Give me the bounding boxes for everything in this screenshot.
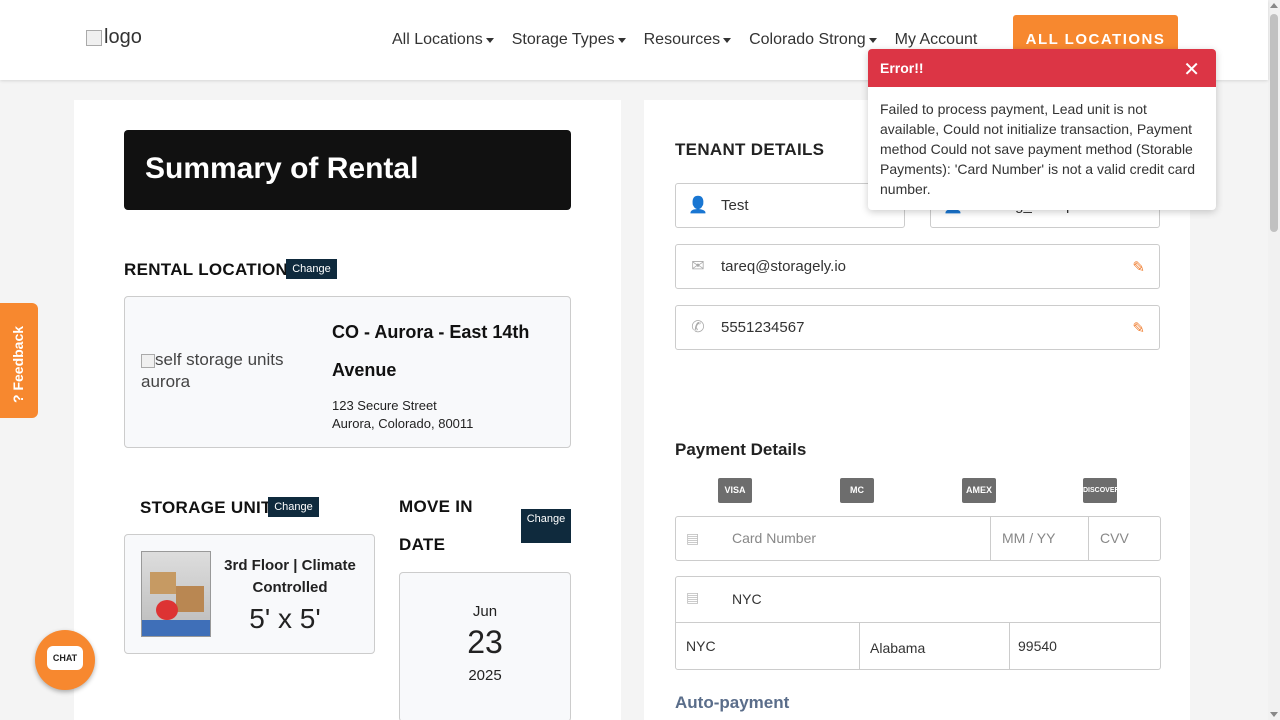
location-address: 123 Secure Street Aurora, Colorado, 8001… bbox=[332, 397, 473, 433]
user-icon: 👤 bbox=[688, 197, 708, 214]
broken-image-icon bbox=[86, 29, 102, 46]
rental-location-label: RENTAL LOCATION bbox=[124, 260, 289, 279]
error-toast: Error!! ✕ Failed to process payment, Lea… bbox=[868, 49, 1216, 210]
credit-card-icon: ▤ bbox=[686, 530, 700, 546]
unit-size: 5' x 5' bbox=[249, 603, 321, 634]
location-name: CO - Aurora - East 14th Avenue bbox=[332, 322, 530, 380]
visa-icon: VISA bbox=[718, 478, 752, 503]
nav-label: All Locations bbox=[392, 31, 483, 48]
email-field[interactable]: ✉ tareq@storagely.io ✎ bbox=[675, 244, 1160, 289]
move-in-date-card[interactable]: Jun 23 2025 bbox=[399, 572, 571, 720]
nav-storage-types[interactable]: Storage Types bbox=[512, 31, 626, 49]
nav-label: Resources bbox=[643, 31, 721, 48]
name-on-card-field[interactable]: ▤ NYC bbox=[676, 577, 1160, 623]
unit-photo bbox=[141, 551, 211, 637]
rental-summary-panel: Summary of Rental RENTAL LOCATION Change… bbox=[74, 100, 621, 720]
expiry-input[interactable]: MM / YY bbox=[990, 517, 1088, 560]
city-input[interactable]: NYC bbox=[686, 638, 716, 654]
nav-label: Colorado Strong bbox=[749, 31, 866, 48]
edit-icon[interactable]: ✎ bbox=[1132, 319, 1145, 337]
discover-icon: DISCOVER bbox=[1083, 478, 1120, 503]
card-input-row: ▤ Card Number MM / YY CVV bbox=[675, 516, 1161, 561]
name-on-card-value: NYC bbox=[732, 591, 762, 607]
location-card: self storage units aurora CO - Aurora - … bbox=[124, 296, 571, 448]
logo-alt-text: logo bbox=[104, 26, 142, 48]
unit-card: 3rd Floor | Climate Controlled 5' x 5' bbox=[124, 534, 375, 654]
move-in-year: 2025 bbox=[468, 667, 502, 684]
id-card-icon: ▤ bbox=[686, 589, 700, 605]
nav-label: My Account bbox=[894, 31, 978, 48]
first-name-value: Test bbox=[721, 197, 749, 214]
change-location-button[interactable]: Change bbox=[286, 259, 337, 279]
email-value: tareq@storagely.io bbox=[721, 258, 847, 275]
page-scrollbar[interactable] bbox=[1268, 0, 1280, 720]
broken-image-icon bbox=[141, 353, 155, 368]
nav-label: Storage Types bbox=[511, 31, 615, 48]
move-in-month: Jun bbox=[472, 603, 498, 620]
toast-title: Error!! bbox=[880, 60, 924, 76]
street: 123 Secure Street bbox=[332, 398, 437, 413]
unit-name: 3rd Floor | Climate Controlled bbox=[224, 557, 356, 596]
close-icon[interactable]: ✕ bbox=[1183, 57, 1200, 82]
change-unit-button[interactable]: Change bbox=[268, 497, 319, 517]
tenant-details-title: TENANT DETAILS bbox=[675, 140, 825, 159]
phone-value: 5551234567 bbox=[721, 319, 805, 336]
mastercard-icon: MC bbox=[840, 478, 874, 503]
amex-icon: AMEX bbox=[962, 478, 996, 503]
city-state-zip: Aurora, Colorado, 80011 bbox=[332, 416, 474, 431]
scroll-down-icon[interactable] bbox=[1270, 712, 1278, 717]
chat-button[interactable]: CHAT bbox=[35, 630, 95, 690]
toast-header: Error!! ✕ bbox=[868, 49, 1216, 87]
scrollbar-thumb[interactable] bbox=[1270, 14, 1278, 232]
move-in-day: 23 bbox=[467, 624, 503, 660]
auto-payment-label: Auto-payment bbox=[675, 693, 790, 712]
change-date-button[interactable]: Change bbox=[521, 509, 571, 543]
nav-colorado-strong[interactable]: Colorado Strong bbox=[749, 31, 877, 49]
storage-unit-label: STORAGE UNIT bbox=[140, 498, 272, 517]
move-in-date-label: MOVE IN DATE bbox=[399, 497, 473, 554]
image-alt-text: self storage units aurora bbox=[141, 350, 284, 391]
caret-down-icon bbox=[485, 37, 494, 43]
scroll-up-icon[interactable] bbox=[1270, 3, 1278, 8]
envelope-icon: ✉ bbox=[691, 258, 705, 275]
card-number-input[interactable]: Card Number bbox=[732, 517, 816, 560]
phone-field[interactable]: ✆ 5551234567 ✎ bbox=[675, 305, 1160, 350]
toast-message: Failed to process payment, Lead unit is … bbox=[880, 101, 1196, 197]
feedback-tab[interactable]: ? Feedback bbox=[0, 303, 38, 418]
cvv-input[interactable]: CVV bbox=[1088, 517, 1160, 560]
caret-down-icon bbox=[723, 37, 732, 43]
payment-details-title: Payment Details bbox=[675, 440, 807, 459]
nav-my-account[interactable]: My Account bbox=[895, 31, 978, 49]
summary-title: Summary of Rental bbox=[124, 130, 571, 210]
feedback-label: ? Feedback bbox=[10, 325, 26, 403]
chat-bubble-icon: CHAT bbox=[47, 646, 83, 670]
zip-input[interactable]: 99540 bbox=[1018, 638, 1057, 654]
nav-resources[interactable]: Resources bbox=[643, 31, 732, 49]
edit-icon[interactable]: ✎ bbox=[1132, 258, 1145, 276]
caret-down-icon bbox=[617, 37, 626, 43]
nav-all-locations[interactable]: All Locations bbox=[392, 31, 494, 49]
logo[interactable]: logo bbox=[86, 26, 142, 49]
location-image: self storage units aurora bbox=[141, 349, 311, 393]
caret-down-icon bbox=[868, 37, 877, 43]
billing-address-block: ▤ NYC NYC Alabama 99540 bbox=[675, 576, 1161, 670]
main-nav: All Locations Storage Types Resources Co… bbox=[392, 31, 977, 49]
state-select[interactable]: Alabama bbox=[870, 640, 925, 656]
phone-icon: ✆ bbox=[691, 319, 705, 336]
